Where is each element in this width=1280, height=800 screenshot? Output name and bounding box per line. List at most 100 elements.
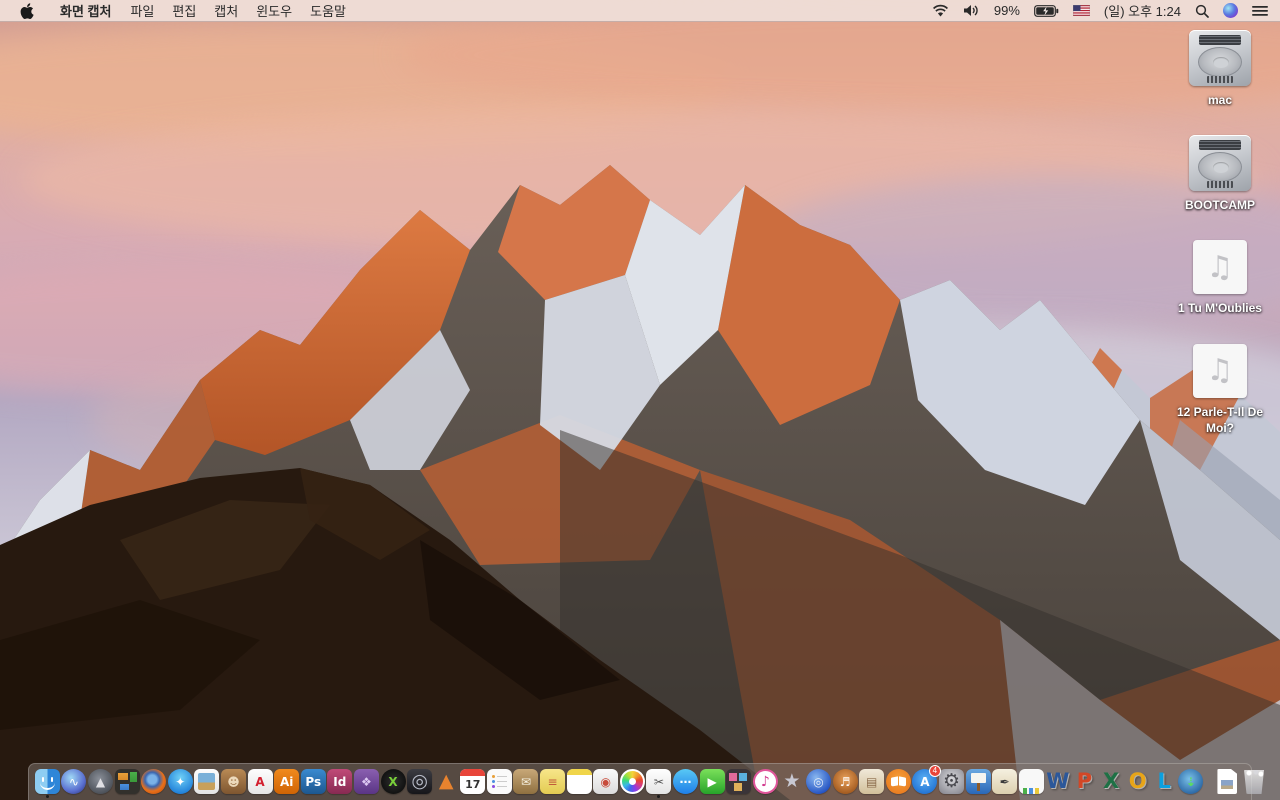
dock-mission-control[interactable] — [114, 767, 140, 797]
dock-numbers[interactable] — [1018, 767, 1044, 797]
desktop-icon-mac[interactable]: mac — [1172, 30, 1268, 108]
menu-item-윈도우[interactable]: 윈도우 — [247, 1, 301, 20]
downloader-globe-glyph: ⇣ — [1185, 774, 1196, 789]
dock-calendar[interactable]: 17 — [460, 767, 486, 797]
menu-item-도움말[interactable]: 도움말 — [301, 1, 355, 20]
dock-photoshop[interactable]: Ps — [300, 767, 326, 797]
lync-icon: L — [1152, 769, 1177, 794]
desktop-icon-label: mac — [1207, 93, 1233, 107]
disk-utility-app-icon: ◎ — [407, 769, 433, 794]
dock-finder[interactable] — [34, 767, 60, 798]
dock-firefox[interactable] — [141, 767, 167, 797]
dock-apps: ∿ ▲ ✦ ☻ A Ai Ps Id ❖ X ◎ ▲ 17 ✉ ≡ ◉ ✂ ⋯ ▶ ♪ ★ ◎ ♬ ▤ A 4 ⚙ ✒ W P X O L ⇣ — [34, 765, 1204, 798]
dock-trash-full[interactable] — [1241, 767, 1267, 797]
menu-item-편집[interactable]: 편집 — [163, 1, 205, 20]
dock-disk-utility-app[interactable]: ◎ — [407, 767, 433, 797]
dock-app-store[interactable]: A4 — [912, 765, 941, 797]
menu-item-캡처[interactable]: 캡처 — [205, 1, 247, 20]
preview-icon — [194, 769, 220, 794]
menu-item-파일[interactable]: 파일 — [121, 1, 163, 20]
volume-icon[interactable] — [963, 4, 980, 17]
trash-full-icon — [1244, 770, 1265, 794]
grab-screen-capture-icon: ✂ — [646, 769, 672, 794]
dock-illustrator[interactable]: Ai — [274, 767, 300, 797]
dock-grab-screen-capture[interactable]: ✂ — [646, 767, 672, 798]
spotlight-search-icon[interactable] — [1195, 4, 1209, 18]
dock-notepad[interactable] — [566, 767, 592, 797]
dvd-player-icon: ◎ — [806, 769, 832, 794]
dock-word[interactable]: W — [1045, 767, 1071, 797]
dock-photos[interactable] — [619, 767, 645, 797]
battery-percent: 99% — [993, 3, 1020, 18]
powerpoint-glyph: P — [1076, 769, 1093, 793]
garageband-glyph: ♬ — [839, 774, 851, 789]
desktop-icon-12-parle-t-il-de-moi-[interactable]: ♫ 12 Parle-T-Il De Moi? — [1172, 343, 1268, 436]
dock-indesign[interactable]: Id — [327, 767, 353, 797]
powerpoint-icon: P — [1072, 769, 1097, 794]
dock-screenshot-file[interactable] — [1214, 767, 1240, 797]
dock-outlook[interactable]: O — [1125, 767, 1151, 797]
dock-contacts[interactable]: ☻ — [220, 767, 246, 797]
dock-safari[interactable]: ✦ — [167, 767, 193, 797]
dock-preview[interactable] — [194, 767, 220, 797]
vlc-icon: ▲ — [434, 769, 459, 794]
dock-ibooks[interactable] — [885, 767, 911, 797]
dock-powerpoint[interactable]: P — [1071, 767, 1097, 797]
desktop-icon-label: 12 Parle-T-Il De Moi? — [1176, 404, 1264, 435]
dock-messages[interactable]: ⋯ — [673, 767, 699, 797]
menu-clock[interactable]: (일) 오후 1:24 — [1104, 1, 1181, 20]
calendar-icon: 17 — [460, 769, 486, 794]
dock-launchpad[interactable]: ▲ — [87, 767, 113, 797]
desktop-icon-1-tu-m-oublies[interactable]: ♫ 1 Tu M'Oublies — [1172, 240, 1268, 316]
dock-garageband[interactable]: ♬ — [832, 767, 858, 797]
reminders-icon — [486, 769, 512, 794]
dvd-player-glyph: ◎ — [813, 774, 824, 789]
dock-stickies[interactable]: ≡ — [540, 767, 566, 797]
dock-lync[interactable]: L — [1151, 767, 1177, 797]
photoshop-glyph: Ps — [305, 774, 322, 789]
contacts-glyph: ☻ — [227, 774, 240, 789]
app-menu-title[interactable]: 화면 캡처 — [50, 0, 121, 21]
dock-photo-x-app[interactable]: X — [380, 767, 406, 797]
keynote-icon — [965, 769, 991, 794]
desktop-icon-bootcamp[interactable]: BOOTCAMP — [1172, 135, 1268, 213]
dock-reminders[interactable] — [486, 767, 512, 797]
dock-acrobat[interactable]: A — [247, 767, 273, 797]
dock-newsstand-app[interactable]: ▤ — [859, 767, 885, 797]
dock-facetime[interactable]: ▶ — [699, 767, 725, 797]
illustrator-glyph: Ai — [279, 774, 294, 789]
firefox-icon — [141, 769, 167, 794]
dock-system-preferences[interactable]: ⚙ — [938, 767, 964, 797]
print-doc-app-glyph: ◉ — [600, 774, 611, 789]
dock-siri[interactable]: ∿ — [61, 767, 87, 797]
apple-menu[interactable] — [0, 0, 50, 21]
facetime-glyph: ▶ — [707, 774, 717, 789]
dock-dvd-player[interactable]: ◎ — [806, 767, 832, 797]
hard-drive-icon — [1189, 135, 1251, 192]
dock-pages[interactable]: ✒ — [992, 767, 1018, 797]
dock-vlc[interactable]: ▲ — [433, 767, 459, 797]
finder-icon — [34, 769, 60, 794]
system-preferences-glyph: ⚙ — [942, 770, 960, 792]
dock-excel[interactable]: X — [1098, 767, 1124, 797]
battery-charging-icon[interactable] — [1034, 4, 1059, 17]
wifi-icon[interactable] — [932, 4, 949, 18]
vlc-glyph: ▲ — [438, 770, 454, 792]
dock-downloader-globe[interactable]: ⇣ — [1178, 767, 1204, 797]
menu-bar: 화면 캡처 파일 편집 캡처 윈도우 도움말 99% (일) 오후 1:24 — [0, 0, 1280, 22]
dock-imovie-star[interactable]: ★ — [779, 767, 805, 797]
us-flag-icon[interactable] — [1072, 5, 1090, 16]
dock-photo-booth[interactable] — [726, 767, 752, 797]
dock-ballot-box-app[interactable]: ✉ — [513, 767, 539, 797]
dock-keynote[interactable] — [965, 767, 991, 797]
audio-file-icon: ♫ — [1193, 343, 1247, 398]
siri-icon[interactable] — [1223, 3, 1238, 18]
dock-itunes[interactable]: ♪ — [752, 767, 778, 797]
dock-toolbox-app[interactable]: ❖ — [353, 767, 379, 797]
dock-print-doc-app[interactable]: ◉ — [593, 767, 619, 797]
notepad-icon — [566, 769, 592, 794]
photos-icon — [619, 769, 645, 794]
notification-center-icon[interactable] — [1252, 5, 1268, 17]
messages-glyph: ⋯ — [679, 774, 692, 789]
acrobat-icon: A — [247, 769, 273, 794]
